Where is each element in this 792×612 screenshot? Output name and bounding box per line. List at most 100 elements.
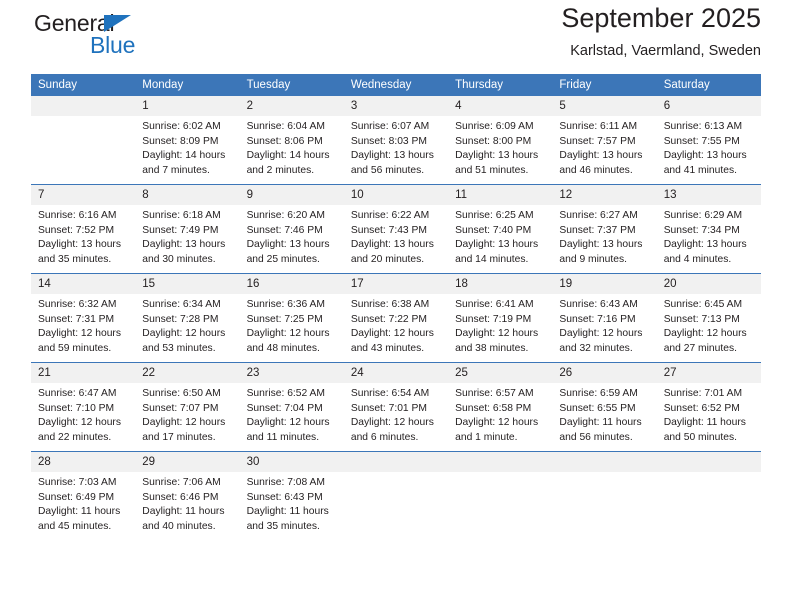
day-sun-info: Sunrise: 6:02 AM Sunset: 8:09 PM Daylight:… [135, 116, 239, 178]
day-sunset-line: Sunset: 7:43 PM [350, 224, 427, 236]
day-sunset-line: Sunset: 6:43 PM [246, 491, 323, 503]
day-number: 5 [552, 96, 657, 116]
day-daylight-line: Daylight: 14 hours [142, 150, 226, 162]
day-daylight-line: and 30 minutes. [142, 253, 216, 265]
calendar-day-cell[interactable]: 8 Sunrise: 6:18 AM Sunset: 7:49 PM Daylight… [135, 184, 240, 274]
day-daylight-line: Daylight: 13 hours [663, 150, 747, 162]
calendar-day-cell[interactable]: 11 Sunrise: 6:25 AM Sunset: 7:40 PM Dayligh… [448, 184, 553, 274]
day-cell-inner: 11 Sunrise: 6:25 AM Sunset: 7:40 PM Dayligh… [448, 185, 553, 273]
calendar-day-cell[interactable]: 24 Sunrise: 6:54 AM Sunset: 7:01 PM Dayligh… [343, 362, 449, 452]
day-cell-inner [343, 452, 449, 540]
calendar-day-cell[interactable]: 1 Sunrise: 6:02 AM Sunset: 8:09 PM Daylight… [135, 96, 240, 185]
calendar-day-cell[interactable]: 17 Sunrise: 6:38 AM Sunset: 7:22 PM Dayligh… [343, 273, 449, 363]
calendar-day-cell[interactable]: 4 Sunrise: 6:09 AM Sunset: 8:00 PM Daylight… [448, 96, 553, 185]
day-cell-inner: 8 Sunrise: 6:18 AM Sunset: 7:49 PM Daylight… [135, 185, 240, 273]
day-number: 7 [31, 185, 136, 205]
weekday-header-thursday: Thursday [448, 74, 553, 96]
day-sun-info: Sunrise: 6:43 AM Sunset: 7:16 PM Daylight:… [552, 294, 656, 356]
day-number: 18 [448, 274, 553, 294]
calendar-day-cell[interactable]: 9 Sunrise: 6:20 AM Sunset: 7:46 PM Daylight… [239, 184, 344, 274]
day-sunset-line: Sunset: 7:28 PM [142, 313, 219, 325]
day-daylight-line: Daylight: 12 hours [559, 328, 643, 340]
day-sun-info: Sunrise: 6:22 AM Sunset: 7:43 PM Daylight:… [344, 205, 448, 267]
day-sunrise-line: Sunrise: 7:06 AM [142, 477, 221, 488]
calendar-day-cell[interactable]: 13 Sunrise: 6:29 AM Sunset: 7:34 PM Dayligh… [656, 184, 761, 274]
calendar-day-cell[interactable]: 3 Sunrise: 6:07 AM Sunset: 8:03 PM Daylight… [343, 96, 449, 185]
day-sunrise-line: Sunrise: 6:20 AM [246, 210, 325, 221]
calendar-day-cell[interactable]: 19 Sunrise: 6:43 AM Sunset: 7:16 PM Dayligh… [552, 273, 657, 363]
day-daylight-line: and 35 minutes. [246, 520, 320, 532]
day-cell-inner: 26 Sunrise: 6:59 AM Sunset: 6:55 PM Dayligh… [552, 363, 657, 451]
day-sunset-line: Sunset: 8:00 PM [455, 135, 532, 147]
calendar-day-cell[interactable]: 29 Sunrise: 7:06 AM Sunset: 6:46 PM Dayligh… [135, 451, 240, 540]
day-sunrise-line: Sunrise: 6:27 AM [559, 210, 638, 221]
calendar-day-cell[interactable]: 15 Sunrise: 6:34 AM Sunset: 7:28 PM Dayligh… [135, 273, 240, 363]
day-sunrise-line: Sunrise: 7:01 AM [663, 388, 743, 399]
day-daylight-line: and 51 minutes. [455, 164, 529, 176]
day-daylight-line: Daylight: 13 hours [350, 239, 434, 251]
day-cell-inner: 17 Sunrise: 6:38 AM Sunset: 7:22 PM Dayligh… [343, 274, 449, 362]
general-blue-logo[interactable]: General Blue [31, 6, 231, 62]
calendar-day-cell[interactable]: 20 Sunrise: 6:45 AM Sunset: 7:13 PM Dayligh… [656, 273, 761, 363]
day-daylight-line: Daylight: 12 hours [38, 417, 121, 429]
day-sunset-line: Sunset: 7:19 PM [455, 313, 532, 325]
calendar-day-cell[interactable]: 27 Sunrise: 7:01 AM Sunset: 6:52 PM Dayligh… [656, 362, 761, 452]
calendar-day-cell[interactable]: 14 Sunrise: 6:32 AM Sunset: 7:31 PM Dayligh… [31, 273, 136, 363]
day-daylight-line: Daylight: 11 hours [142, 506, 225, 518]
calendar-day-cell[interactable]: 21 Sunrise: 6:47 AM Sunset: 7:10 PM Dayligh… [31, 362, 136, 452]
weekday-header-friday: Friday [552, 74, 657, 96]
page-title: September 2025 [561, 3, 761, 33]
calendar-week-row: 7 Sunrise: 6:16 AM Sunset: 7:52 PM Daylight… [31, 184, 761, 274]
title-block: September 2025 Karlstad, Vaermland, Swed… [561, 0, 761, 61]
page-header: General Blue September 2025 Karlstad, Va… [31, 0, 761, 74]
calendar-day-cell[interactable]: 6 Sunrise: 6:13 AM Sunset: 7:55 PM Daylight… [656, 96, 761, 185]
calendar-day-cell [343, 451, 449, 540]
day-sunrise-line: Sunrise: 6:02 AM [142, 121, 221, 132]
calendar-day-cell[interactable]: 7 Sunrise: 6:16 AM Sunset: 7:52 PM Daylight… [31, 184, 136, 274]
calendar-day-cell[interactable]: 18 Sunrise: 6:41 AM Sunset: 7:19 PM Dayligh… [448, 273, 553, 363]
day-number: 25 [448, 363, 553, 383]
day-cell-inner: 23 Sunrise: 6:52 AM Sunset: 7:04 PM Dayligh… [239, 363, 344, 451]
calendar-day-cell[interactable]: 10 Sunrise: 6:22 AM Sunset: 7:43 PM Dayligh… [343, 184, 449, 274]
day-number: 1 [135, 96, 240, 116]
day-cell-inner: 19 Sunrise: 6:43 AM Sunset: 7:16 PM Dayligh… [552, 274, 657, 362]
day-sun-info: Sunrise: 6:47 AM Sunset: 7:10 PM Daylight:… [31, 383, 135, 445]
day-sun-info: Sunrise: 6:32 AM Sunset: 7:31 PM Daylight:… [31, 294, 135, 356]
day-daylight-line: and 25 minutes. [246, 253, 320, 265]
day-number: 12 [552, 185, 657, 205]
day-daylight-line: and 40 minutes. [142, 520, 216, 532]
day-sun-info: Sunrise: 6:11 AM Sunset: 7:57 PM Daylight:… [552, 116, 656, 178]
calendar-day-cell [448, 451, 553, 540]
calendar-day-cell[interactable]: 23 Sunrise: 6:52 AM Sunset: 7:04 PM Dayligh… [239, 362, 344, 452]
calendar-day-cell[interactable]: 26 Sunrise: 6:59 AM Sunset: 6:55 PM Dayligh… [552, 362, 657, 452]
day-daylight-line: and 2 minutes. [246, 164, 315, 176]
day-sun-info: Sunrise: 6:45 AM Sunset: 7:13 PM Daylight:… [657, 294, 761, 356]
calendar-day-cell[interactable]: 16 Sunrise: 6:36 AM Sunset: 7:25 PM Dayligh… [239, 273, 344, 363]
day-daylight-line: and 41 minutes. [663, 164, 737, 176]
day-number [343, 452, 449, 472]
day-cell-inner: 30 Sunrise: 7:08 AM Sunset: 6:43 PM Dayligh… [239, 452, 344, 540]
day-sunrise-line: Sunrise: 6:36 AM [246, 299, 325, 310]
calendar-day-cell[interactable]: 22 Sunrise: 6:50 AM Sunset: 7:07 PM Dayligh… [135, 362, 240, 452]
day-cell-inner: 5 Sunrise: 6:11 AM Sunset: 7:57 PM Daylight… [552, 96, 657, 184]
calendar-day-cell[interactable]: 12 Sunrise: 6:27 AM Sunset: 7:37 PM Dayligh… [552, 184, 657, 274]
day-sunset-line: Sunset: 7:37 PM [559, 224, 636, 236]
day-sun-info: Sunrise: 6:16 AM Sunset: 7:52 PM Daylight:… [31, 205, 135, 267]
day-daylight-line: Daylight: 13 hours [142, 239, 226, 251]
day-number: 21 [31, 363, 136, 383]
calendar-day-cell[interactable]: 5 Sunrise: 6:11 AM Sunset: 7:57 PM Daylight… [552, 96, 657, 185]
day-number: 26 [552, 363, 657, 383]
day-number: 23 [239, 363, 344, 383]
day-daylight-line: and 4 minutes. [663, 253, 732, 265]
calendar-day-cell[interactable]: 30 Sunrise: 7:08 AM Sunset: 6:43 PM Dayligh… [239, 451, 344, 540]
calendar-day-cell[interactable]: 28 Sunrise: 7:03 AM Sunset: 6:49 PM Dayligh… [31, 451, 136, 540]
day-number [448, 452, 553, 472]
calendar-day-cell[interactable]: 25 Sunrise: 6:57 AM Sunset: 6:58 PM Dayligh… [448, 362, 553, 452]
weekday-header-saturday: Saturday [656, 74, 761, 96]
day-sunrise-line: Sunrise: 7:08 AM [246, 477, 325, 488]
day-daylight-line: Daylight: 13 hours [350, 150, 434, 162]
day-sunset-line: Sunset: 8:06 PM [246, 135, 323, 147]
day-sunset-line: Sunset: 7:55 PM [663, 135, 740, 147]
day-number: 24 [343, 363, 449, 383]
calendar-day-cell[interactable]: 2 Sunrise: 6:04 AM Sunset: 8:06 PM Daylight… [239, 96, 344, 185]
